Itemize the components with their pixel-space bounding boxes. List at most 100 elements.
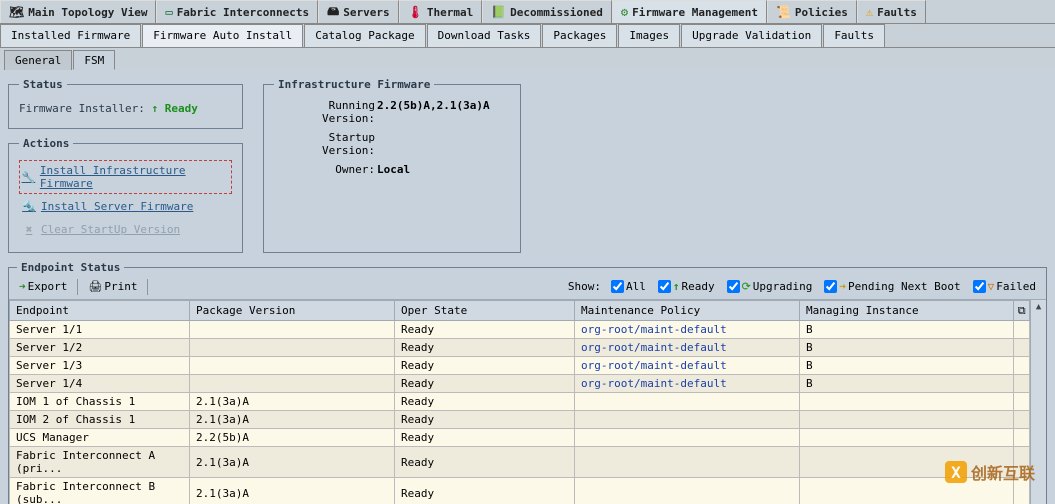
action-label: Install Infrastructure Firmware xyxy=(40,164,230,190)
endpoint-table: Endpoint Package Version Oper State Main… xyxy=(9,300,1030,504)
managing-instance-cell xyxy=(800,411,1014,429)
table-row[interactable]: Server 1/1Readyorg-root/maint-defaultB xyxy=(10,321,1030,339)
table-row[interactable]: Server 1/2Readyorg-root/maint-defaultB xyxy=(10,339,1030,357)
tab-fabric-interconnects[interactable]: ▭Fabric Interconnects xyxy=(156,0,318,23)
oper-state-cell: Ready xyxy=(395,375,575,393)
watermark-icon: X xyxy=(945,461,967,483)
managing-instance-cell xyxy=(800,429,1014,447)
endpoint-cell: Fabric Interconnect B (sub... xyxy=(10,478,190,504)
package-version-cell: 2.1(3a)A xyxy=(190,393,395,411)
tab-main-topology[interactable]: 🗺 Main Topology View xyxy=(0,0,156,23)
package-version-cell xyxy=(190,321,395,339)
subtab-packages[interactable]: Packages xyxy=(542,24,617,47)
package-version-cell: 2.1(3a)A xyxy=(190,411,395,429)
col-maintenance-policy[interactable]: Maintenance Policy xyxy=(575,301,800,321)
tab-decommissioned[interactable]: 📗 Decommissioned xyxy=(482,0,612,23)
filter-ready[interactable]: ↑Ready xyxy=(658,280,715,293)
subtab-faults[interactable]: Faults xyxy=(823,24,885,47)
maintenance-policy-cell xyxy=(575,393,800,411)
tab-thermal[interactable]: 🌡 Thermal xyxy=(399,0,483,23)
table-row[interactable]: Server 1/3Readyorg-root/maint-defaultB xyxy=(10,357,1030,375)
server-icon: 🖴 xyxy=(327,2,339,23)
column-chooser-button[interactable]: ⧉ xyxy=(1014,301,1030,321)
managing-instance-cell: B xyxy=(800,357,1014,375)
table-row[interactable]: IOM 2 of Chassis 12.1(3a)AReady xyxy=(10,411,1030,429)
maintenance-policy-cell[interactable]: org-root/maint-default xyxy=(575,339,800,357)
innertab-fsm[interactable]: FSM xyxy=(73,50,115,70)
col-managing-instance[interactable]: Managing Instance xyxy=(800,301,1014,321)
button-label: Export xyxy=(28,280,68,293)
topology-icon: 🗺 xyxy=(9,5,24,19)
maintenance-policy-cell[interactable]: org-root/maint-default xyxy=(575,321,800,339)
table-row[interactable]: Server 1/4Readyorg-root/maint-defaultB xyxy=(10,375,1030,393)
innertab-general[interactable]: General xyxy=(4,50,72,70)
checkbox-label: All xyxy=(626,280,646,293)
col-oper-state[interactable]: Oper State xyxy=(395,301,575,321)
table-row[interactable]: UCS Manager2.2(5b)AReady xyxy=(10,429,1030,447)
table-row[interactable]: Fabric Interconnect B (sub...2.1(3a)ARea… xyxy=(10,478,1030,504)
filter-upgrading-checkbox[interactable] xyxy=(727,280,740,293)
up-arrow-icon: ↑ xyxy=(673,280,680,293)
tab-servers[interactable]: 🖴Servers xyxy=(318,0,398,23)
export-button[interactable]: ➜ Export xyxy=(15,278,71,295)
tab-policies[interactable]: 📜Policies xyxy=(767,0,857,23)
maintenance-policy-cell[interactable]: org-root/maint-default xyxy=(575,375,800,393)
install-infra-firmware-link[interactable]: 🔧 Install Infrastructure Firmware xyxy=(19,160,232,194)
managing-instance-cell xyxy=(800,393,1014,411)
running-version-value: 2.2(5b)A,2.1(3a)A xyxy=(377,99,510,125)
maintenance-policy-cell xyxy=(575,411,800,429)
install-server-firmware-link[interactable]: 🔩 Install Server Firmware xyxy=(19,196,232,217)
filter-failed-checkbox[interactable] xyxy=(973,280,986,293)
clear-icon: ✖ xyxy=(21,223,37,236)
decom-icon: 📗 xyxy=(491,5,506,19)
row-end-cell xyxy=(1014,339,1030,357)
tab-label: Faults xyxy=(877,6,917,19)
maintenance-policy-cell[interactable]: org-root/maint-default xyxy=(575,357,800,375)
subtab-download-tasks[interactable]: Download Tasks xyxy=(427,24,542,47)
col-package-version[interactable]: Package Version xyxy=(190,301,395,321)
subtab-installed-firmware[interactable]: Installed Firmware xyxy=(0,24,141,47)
tab-label: Main Topology View xyxy=(28,6,147,19)
pending-icon: ➜ xyxy=(839,280,846,293)
filter-pending[interactable]: ➜Pending Next Boot xyxy=(824,280,960,293)
table-row[interactable]: Fabric Interconnect A (pri...2.1(3a)ARea… xyxy=(10,447,1030,478)
install-infra-icon: 🔧 xyxy=(21,171,36,184)
filter-ready-checkbox[interactable] xyxy=(658,280,671,293)
subtab-images[interactable]: Images xyxy=(618,24,680,47)
endpoint-cell: Server 1/4 xyxy=(10,375,190,393)
oper-state-cell: Ready xyxy=(395,478,575,504)
row-end-cell xyxy=(1014,357,1030,375)
tab-label: Thermal xyxy=(427,6,473,19)
subtab-upgrade-validation[interactable]: Upgrade Validation xyxy=(681,24,822,47)
refresh-icon: ⟳ xyxy=(742,280,751,293)
startup-version-label: Startup Version: xyxy=(274,131,377,157)
checkbox-label: Ready xyxy=(681,280,714,293)
endpoint-cell: IOM 2 of Chassis 1 xyxy=(10,411,190,429)
tab-firmware-management[interactable]: ⚙Firmware Management xyxy=(612,0,767,23)
top-tabs-bar: 🗺 Main Topology View ▭Fabric Interconnect… xyxy=(0,0,1055,24)
button-label: Print xyxy=(104,280,137,293)
filter-all-checkbox[interactable] xyxy=(611,280,624,293)
row-end-cell xyxy=(1014,429,1030,447)
endpoint-cell: UCS Manager xyxy=(10,429,190,447)
filter-all[interactable]: All xyxy=(611,280,646,293)
clear-startup-version-link: ✖ Clear StartUp Version xyxy=(19,219,232,240)
tab-faults[interactable]: ⚠Faults xyxy=(857,0,926,23)
policy-icon: 📜 xyxy=(776,5,791,19)
col-endpoint[interactable]: Endpoint xyxy=(10,301,190,321)
print-button[interactable]: 🖨 Print xyxy=(84,278,141,295)
thermal-icon: 🌡 xyxy=(408,5,423,19)
subtab-firmware-auto-install[interactable]: Firmware Auto Install xyxy=(142,24,303,47)
table-row[interactable]: IOM 1 of Chassis 12.1(3a)AReady xyxy=(10,393,1030,411)
export-icon: ➜ xyxy=(19,280,26,293)
startup-version-value xyxy=(377,131,510,157)
filter-upgrading[interactable]: ⟳Upgrading xyxy=(727,280,813,293)
toolbar-separator xyxy=(77,279,78,295)
fabric-icon: ▭ xyxy=(165,5,172,19)
checkbox-label: Failed xyxy=(996,280,1036,293)
filter-failed[interactable]: ▽Failed xyxy=(973,280,1036,293)
filter-pending-checkbox[interactable] xyxy=(824,280,837,293)
row-end-cell xyxy=(1014,411,1030,429)
subtab-catalog-package[interactable]: Catalog Package xyxy=(304,24,425,47)
tab-label: Decommissioned xyxy=(510,6,603,19)
